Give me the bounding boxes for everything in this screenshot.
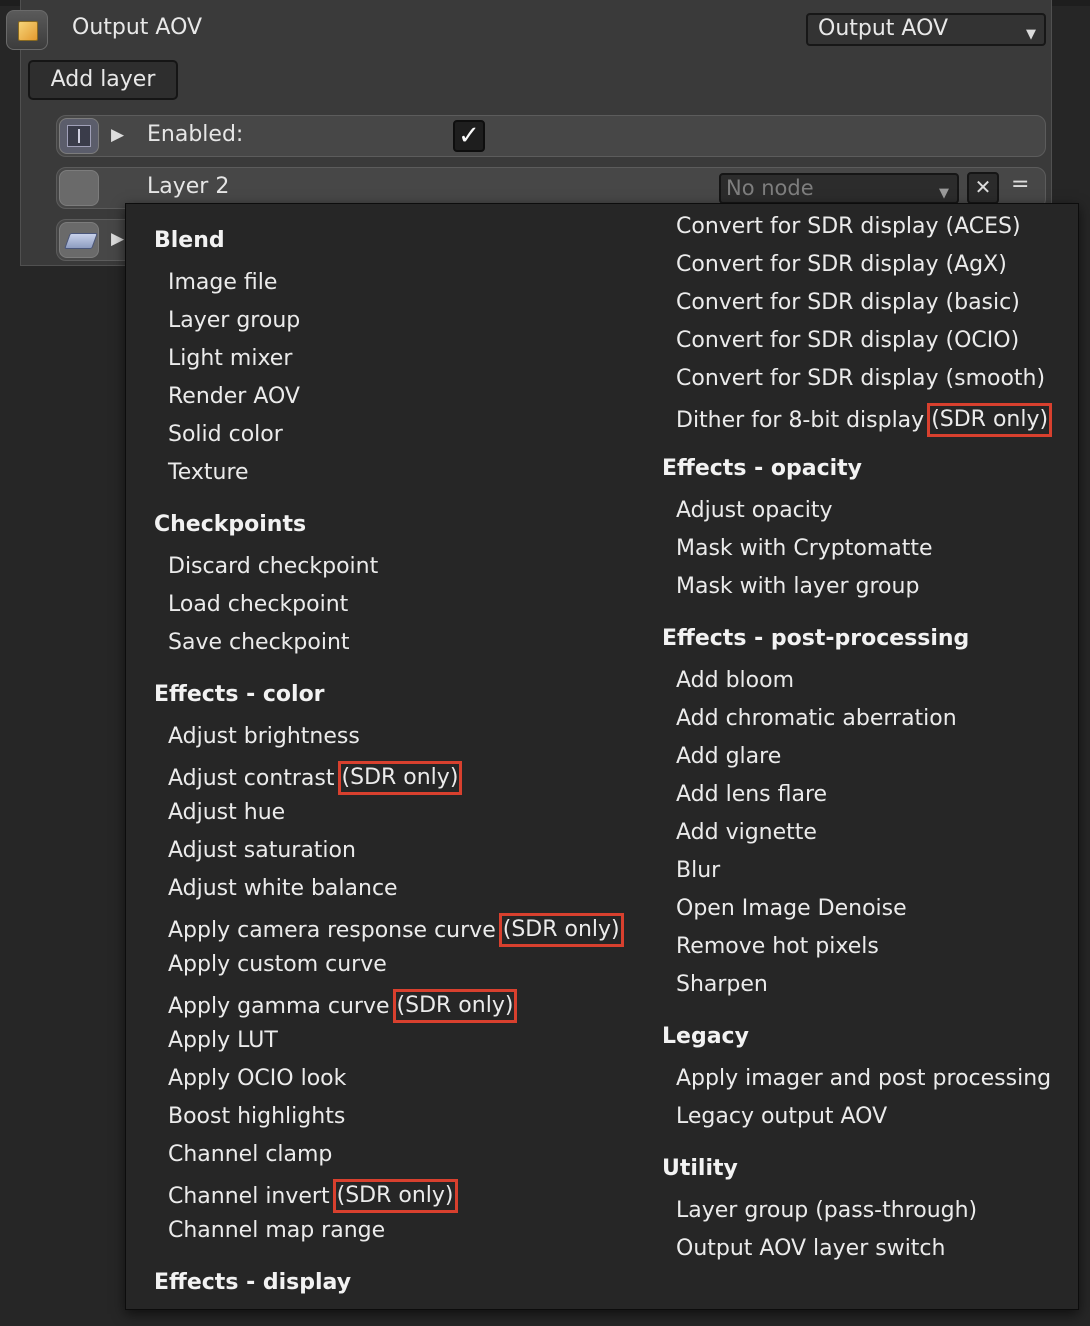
menu-item-apply-gamma-curve[interactable]: Apply gamma curve (SDR only) <box>168 989 518 1024</box>
menu-heading-utility: Utility <box>662 1156 738 1181</box>
sdr-only-badge: (SDR only) <box>332 1179 458 1213</box>
menu-item-light-mixer[interactable]: Light mixer <box>168 346 292 372</box>
chevron-down-icon: ▼ <box>939 186 949 201</box>
menu-item-remove-hot-pixels[interactable]: Remove hot pixels <box>676 934 879 960</box>
menu-item-texture[interactable]: Texture <box>168 460 249 486</box>
menu-item-apply-camera-response-curve[interactable]: Apply camera response curve (SDR only) <box>168 913 624 948</box>
menu-item-adjust-saturation[interactable]: Adjust saturation <box>168 838 356 864</box>
output-aov-node-icon[interactable] <box>6 10 48 50</box>
compare-icon <box>67 125 91 147</box>
menu-item-adjust-opacity[interactable]: Adjust opacity <box>676 498 833 524</box>
menu-heading-checkpoints: Checkpoints <box>154 512 307 537</box>
menu-item-blur[interactable]: Blur <box>676 858 720 884</box>
chevron-down-icon: ▼ <box>1026 27 1036 42</box>
enabled-checkbox[interactable]: ✓ <box>453 120 485 152</box>
expand-triangle-icon[interactable]: ▶ <box>111 125 124 145</box>
menu-item-render-aov[interactable]: Render AOV <box>168 384 300 410</box>
menu-icon[interactable]: = <box>1011 172 1029 197</box>
menu-item-solid-color[interactable]: Solid color <box>168 422 283 448</box>
blend-node-icon[interactable] <box>59 118 99 154</box>
menu-item-layer-group[interactable]: Layer group <box>168 308 300 334</box>
menu-item-channel-invert[interactable]: Channel invert (SDR only) <box>168 1179 458 1214</box>
menu-item-label: Apply camera response curve <box>168 918 496 943</box>
menu-heading-effects-post-processing: Effects - post-processing <box>662 626 970 651</box>
menu-item-apply-custom-curve[interactable]: Apply custom curve <box>168 952 387 978</box>
menu-item-add-lens-flare[interactable]: Add lens flare <box>676 782 827 808</box>
menu-heading-effects-color: Effects - color <box>154 682 325 707</box>
sdr-only-badge: (SDR only) <box>927 403 1053 437</box>
add-layer-button[interactable]: Add layer <box>28 60 178 100</box>
menu-item-adjust-white-balance[interactable]: Adjust white balance <box>168 876 398 902</box>
menu-item-load-checkpoint[interactable]: Load checkpoint <box>168 592 348 618</box>
layer-stack-icon[interactable] <box>59 222 99 258</box>
menu-item-label: Dither for 8-bit display <box>676 408 925 433</box>
menu-item-image-file[interactable]: Image file <box>168 270 277 296</box>
menu-item-convert-sdr-aces[interactable]: Convert for SDR display (ACES) <box>676 214 1021 240</box>
menu-item-convert-sdr-smooth[interactable]: Convert for SDR display (smooth) <box>676 366 1045 392</box>
menu-heading-legacy: Legacy <box>662 1024 749 1049</box>
menu-item-discard-checkpoint[interactable]: Discard checkpoint <box>168 554 378 580</box>
menu-item-label: Channel invert <box>168 1184 330 1209</box>
menu-item-apply-ocio-look[interactable]: Apply OCIO look <box>168 1066 346 1092</box>
menu-item-label: Adjust contrast <box>168 766 335 791</box>
menu-item-mask-cryptomatte[interactable]: Mask with Cryptomatte <box>676 536 933 562</box>
menu-item-convert-sdr-ocio[interactable]: Convert for SDR display (OCIO) <box>676 328 1019 354</box>
layer-icon <box>64 233 98 249</box>
menu-item-adjust-hue[interactable]: Adjust hue <box>168 800 285 826</box>
menu-item-convert-sdr-basic[interactable]: Convert for SDR display (basic) <box>676 290 1020 316</box>
dropdown-value: Output AOV <box>818 16 949 41</box>
image-icon <box>18 21 38 41</box>
menu-item-apply-lut[interactable]: Apply LUT <box>168 1028 278 1054</box>
menu-item-channel-clamp[interactable]: Channel clamp <box>168 1142 332 1168</box>
menu-item-sharpen[interactable]: Sharpen <box>676 972 768 998</box>
sdr-only-badge: (SDR only) <box>498 913 624 947</box>
menu-item-save-checkpoint[interactable]: Save checkpoint <box>168 630 350 656</box>
menu-item-add-glare[interactable]: Add glare <box>676 744 781 770</box>
sdr-only-badge: (SDR only) <box>392 989 518 1023</box>
menu-item-open-image-denoise[interactable]: Open Image Denoise <box>676 896 907 922</box>
menu-item-legacy-output-aov[interactable]: Legacy output AOV <box>676 1104 887 1130</box>
menu-item-output-aov-layer-switch[interactable]: Output AOV layer switch <box>676 1236 945 1262</box>
menu-item-add-vignette[interactable]: Add vignette <box>676 820 817 846</box>
expand-triangle-icon[interactable]: ▶ <box>111 229 124 249</box>
menu-heading-effects-display: Effects - display <box>154 1270 352 1295</box>
menu-item-boost-highlights[interactable]: Boost highlights <box>168 1104 345 1130</box>
node-title: Output AOV <box>72 15 203 40</box>
node-selector-placeholder: No node <box>726 176 814 200</box>
menu-heading-blend: Blend <box>154 228 225 253</box>
output-aov-dropdown[interactable]: Output AOV ▼ <box>806 13 1046 46</box>
menu-item-add-chromatic-aberration[interactable]: Add chromatic aberration <box>676 706 957 732</box>
node-selector-dropdown[interactable]: No node ▼ <box>719 173 959 204</box>
enabled-label: Enabled: <box>147 122 244 147</box>
menu-heading-effects-opacity: Effects - opacity <box>662 456 863 481</box>
menu-item-label: Apply gamma curve <box>168 994 390 1019</box>
menu-item-add-bloom[interactable]: Add bloom <box>676 668 794 694</box>
enabled-row: ▶ Enabled: ✓ <box>56 115 1046 157</box>
menu-item-adjust-brightness[interactable]: Adjust brightness <box>168 724 360 750</box>
close-button[interactable]: ✕ <box>967 172 999 204</box>
menu-item-apply-imager-post[interactable]: Apply imager and post processing <box>676 1066 1051 1092</box>
menu-item-convert-sdr-agx[interactable]: Convert for SDR display (AgX) <box>676 252 1007 278</box>
menu-item-layer-group-pass-through[interactable]: Layer group (pass-through) <box>676 1198 977 1224</box>
menu-item-adjust-contrast[interactable]: Adjust contrast (SDR only) <box>168 761 463 796</box>
menu-item-dither-8bit[interactable]: Dither for 8-bit display (SDR only) <box>676 403 1053 438</box>
sdr-only-badge: (SDR only) <box>337 761 463 795</box>
menu-item-mask-layer-group[interactable]: Mask with layer group <box>676 574 919 600</box>
empty-node-icon[interactable] <box>59 170 99 206</box>
menu-item-channel-map-range[interactable]: Channel map range <box>168 1218 385 1244</box>
add-layer-popup-menu: Blend Image file Layer group Light mixer… <box>125 203 1079 1310</box>
layer-2-label: Layer 2 <box>147 174 230 199</box>
